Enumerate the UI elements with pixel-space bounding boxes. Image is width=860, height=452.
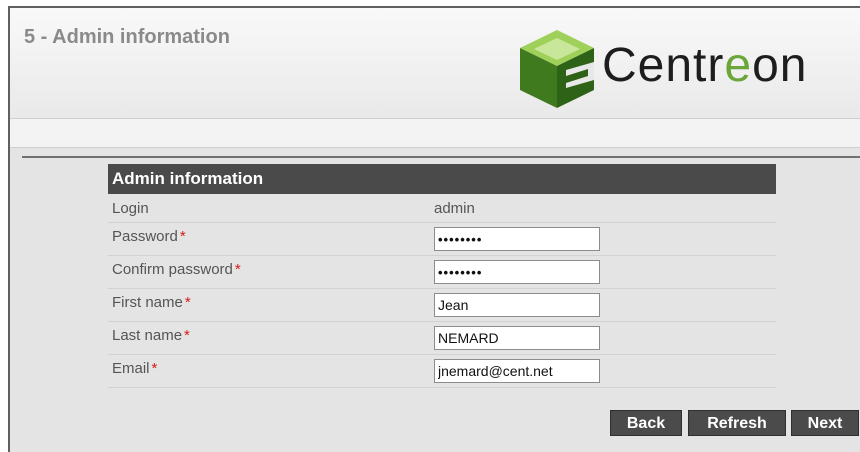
required-marker: * <box>151 360 158 377</box>
email-row: Email * <box>108 355 776 388</box>
panel-title: Admin information <box>108 164 776 194</box>
login-value: admin <box>434 200 475 217</box>
admin-information-panel: Admin information Login admin Password * … <box>108 164 776 388</box>
refresh-button[interactable]: Refresh <box>688 410 786 436</box>
last-name-label: Last name * <box>112 327 190 344</box>
last-name-input[interactable] <box>434 326 600 350</box>
password-input[interactable] <box>434 227 600 251</box>
installer-frame: 5 - Admin information Centreon Admin inf… <box>8 6 860 452</box>
first-name-input[interactable] <box>434 293 600 317</box>
step-title: 5 - Admin information <box>24 26 230 48</box>
required-marker: * <box>234 261 241 278</box>
email-input[interactable] <box>434 359 600 383</box>
password-row: Password * <box>108 223 776 256</box>
login-label: Login <box>112 200 149 217</box>
email-label: Email * <box>112 360 158 377</box>
centreon-wordmark: Centreon <box>602 39 808 92</box>
confirm-password-row: Confirm password * <box>108 256 776 289</box>
back-button[interactable]: Back <box>610 410 682 436</box>
divider <box>22 156 860 158</box>
centreon-logo: Centreon <box>514 24 860 112</box>
centreon-cube-icon <box>520 30 594 108</box>
header: 5 - Admin information Centreon <box>10 8 860 118</box>
confirm-password-input[interactable] <box>434 260 600 284</box>
confirm-password-label: Confirm password * <box>112 261 241 278</box>
password-label: Password * <box>112 228 186 245</box>
required-marker: * <box>184 327 190 344</box>
first-name-row: First name * <box>108 289 776 322</box>
next-button[interactable]: Next <box>791 410 859 436</box>
login-row: Login admin <box>108 194 776 223</box>
first-name-label: First name * <box>112 294 191 311</box>
last-name-row: Last name * <box>108 322 776 355</box>
sub-header-bar <box>10 118 860 148</box>
required-marker: * <box>184 294 191 311</box>
required-marker: * <box>179 228 186 245</box>
